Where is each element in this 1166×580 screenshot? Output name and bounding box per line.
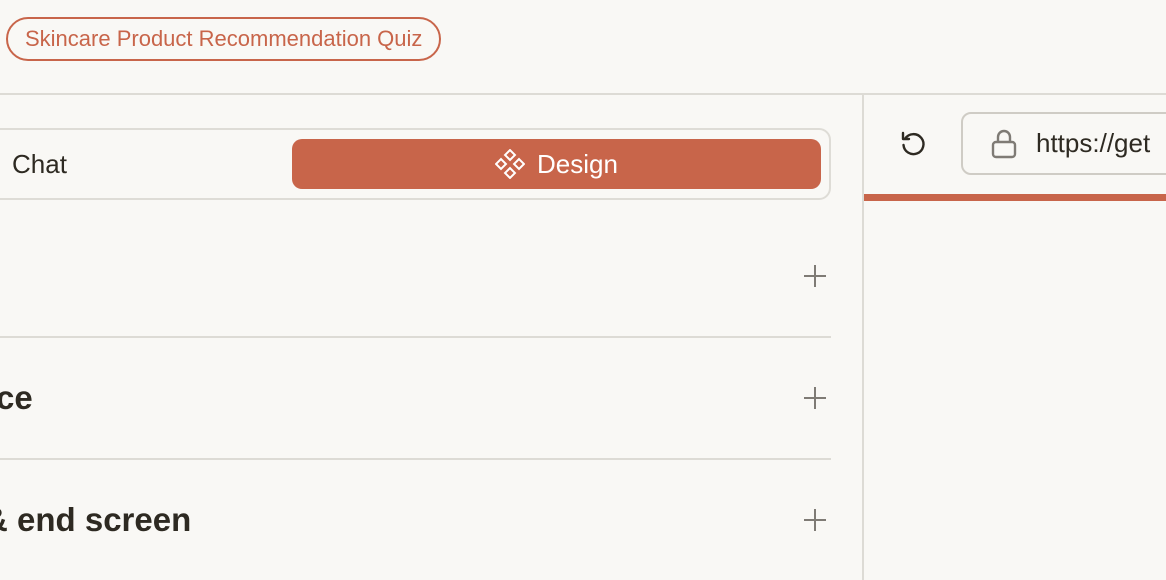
reload-icon[interactable] bbox=[898, 128, 928, 158]
section-row-2[interactable]: ce bbox=[0, 336, 831, 458]
tab-chat[interactable]: Chat bbox=[12, 130, 67, 198]
section-row-1[interactable] bbox=[0, 215, 831, 337]
component-diamond-icon bbox=[495, 149, 526, 179]
mode-toggle: Chat Design bbox=[0, 128, 831, 200]
quiz-title-badge[interactable]: Skincare Product Recommendation Quiz bbox=[6, 17, 442, 61]
tab-design-label: Design bbox=[537, 148, 618, 179]
design-panel: Chat Design ce & end screen bbox=[0, 95, 864, 580]
tab-design[interactable]: Design bbox=[292, 139, 821, 189]
expand-plus-icon[interactable] bbox=[803, 508, 827, 532]
section-title: ce bbox=[0, 379, 33, 416]
url-bar[interactable]: https://get bbox=[961, 112, 1166, 175]
preview-panel: https://get bbox=[864, 95, 1166, 580]
url-text: https://get bbox=[1036, 128, 1151, 158]
section-title: & end screen bbox=[0, 501, 192, 538]
expand-plus-icon[interactable] bbox=[803, 264, 827, 288]
browser-toolbar: https://get bbox=[864, 95, 1166, 194]
lock-icon bbox=[988, 128, 1020, 160]
expand-plus-icon[interactable] bbox=[803, 386, 827, 410]
section-row-3[interactable]: & end screen bbox=[0, 458, 831, 580]
preview-progress-bar bbox=[864, 194, 1166, 201]
page: Skincare Product Recommendation Quiz Cha… bbox=[0, 0, 1166, 580]
header-bar: Skincare Product Recommendation Quiz bbox=[0, 0, 1166, 95]
